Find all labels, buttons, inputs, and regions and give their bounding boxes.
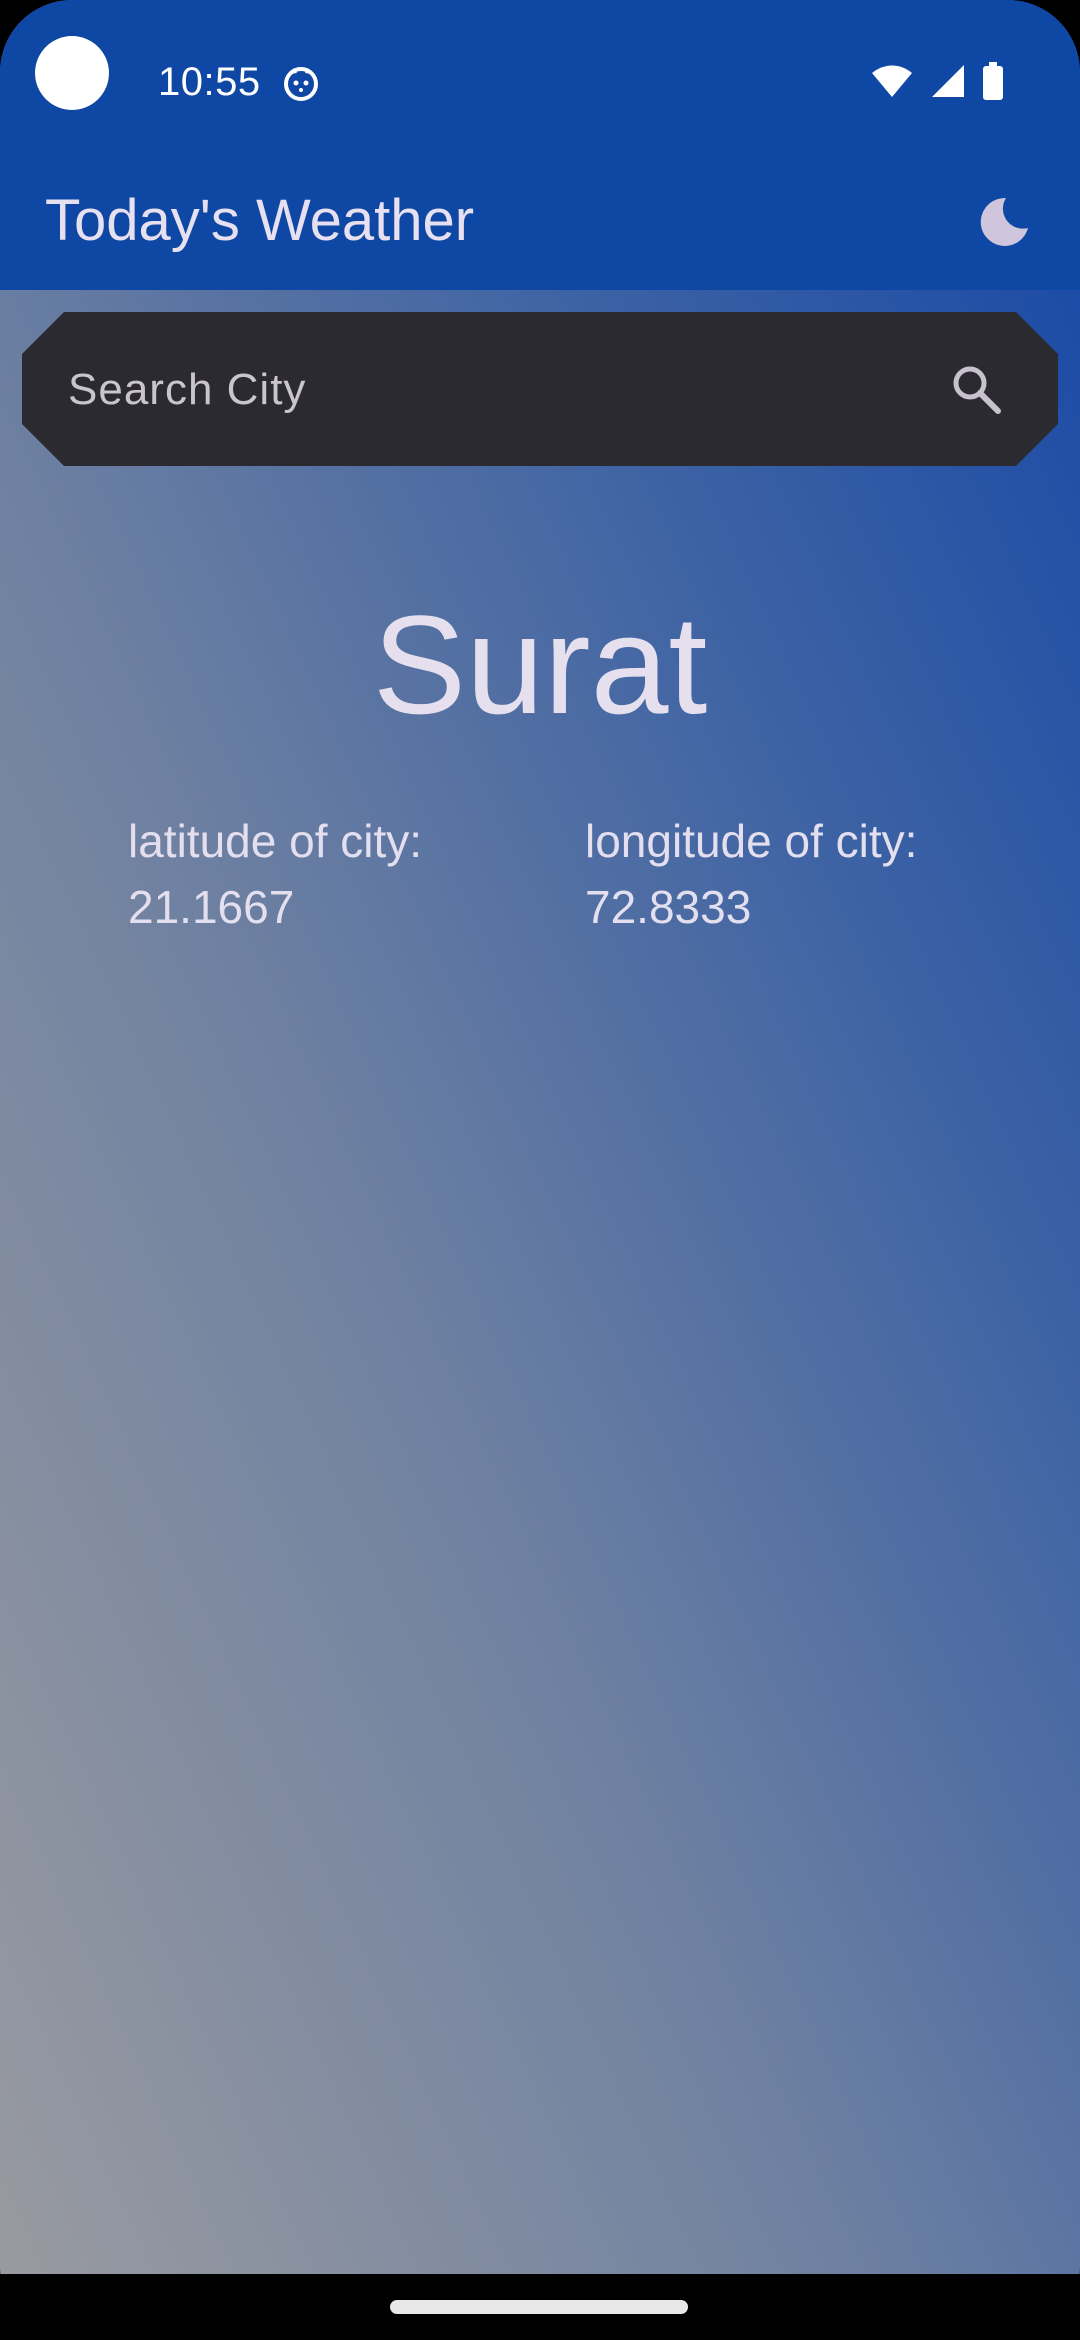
search-input[interactable] <box>66 312 930 468</box>
status-icons <box>870 62 1004 100</box>
app-screen: 10:55 Today's Weather Search City Surat … <box>0 0 1080 2340</box>
moon-icon <box>980 197 1028 246</box>
wifi-icon <box>872 65 912 97</box>
latitude-label: latitude of city: <box>128 815 423 867</box>
search-bar <box>22 312 1058 466</box>
theme-toggle-button[interactable] <box>964 182 1044 262</box>
longitude-value: 72.8333 <box>585 881 752 933</box>
longitude-label: longitude of city: <box>585 815 918 867</box>
latitude-value: 21.1667 <box>128 881 295 933</box>
status-bar: 10:55 <box>0 0 1080 160</box>
city-name: Surat <box>372 586 708 743</box>
battery-icon <box>983 62 1003 100</box>
front-camera <box>35 36 109 110</box>
home-gesture-handle[interactable] <box>390 2300 688 2314</box>
signal-icon <box>932 65 964 97</box>
search-button[interactable] <box>944 357 1008 421</box>
latitude-block: latitude of city: 21.1667 <box>128 808 422 940</box>
status-time: 10:55 <box>158 60 261 104</box>
notification-cat-icon <box>284 67 318 101</box>
longitude-block: longitude of city: 72.8333 <box>585 808 917 940</box>
app-bar: Today's Weather <box>0 160 1080 290</box>
search-icon <box>950 363 1002 415</box>
app-title: Today's Weather <box>45 188 475 253</box>
